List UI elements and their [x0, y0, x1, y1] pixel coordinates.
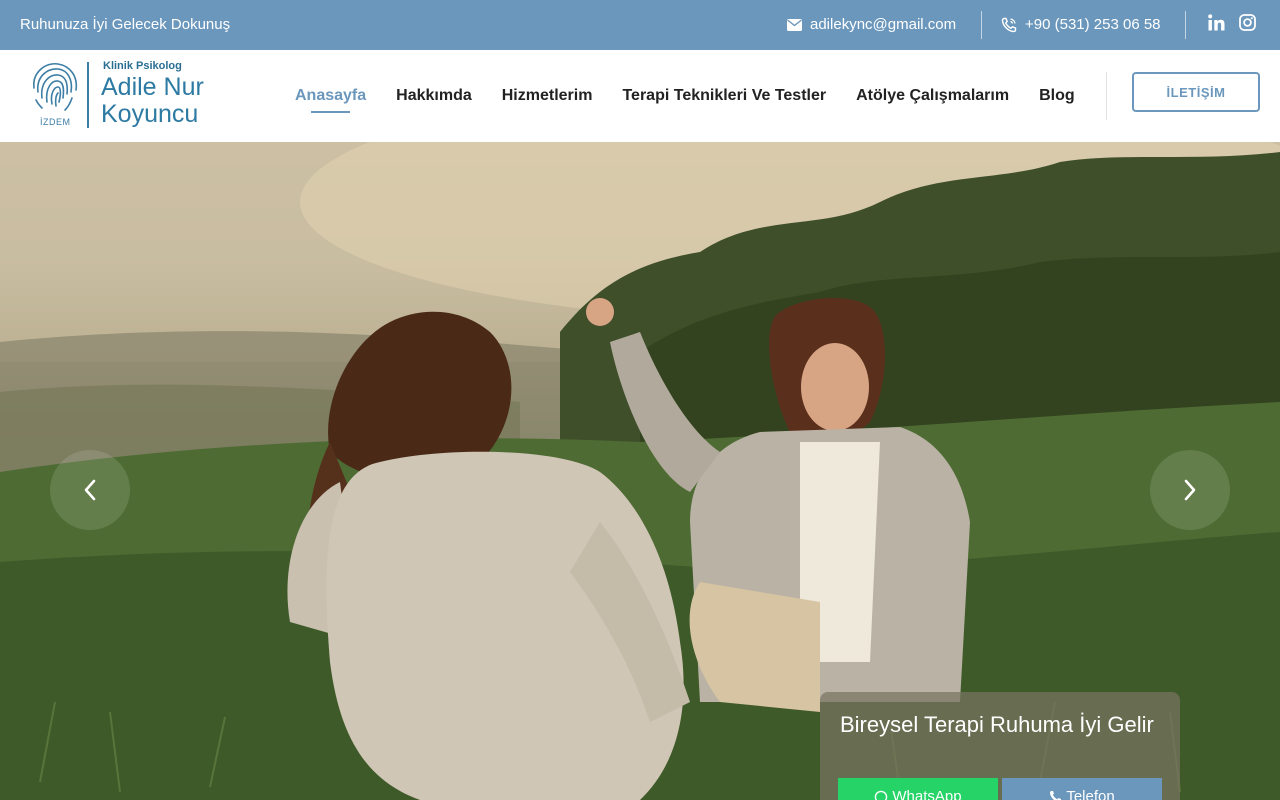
- phone-icon: [1001, 17, 1017, 33]
- nav-item-hizmetlerim[interactable]: Hizmetlerim: [502, 87, 593, 105]
- email-link[interactable]: adilekync@gmail.com: [787, 16, 956, 33]
- whatsapp-icon: [875, 790, 888, 800]
- nav-item-anasayfa[interactable]: Anasayfa: [295, 87, 366, 113]
- divider: [1185, 11, 1186, 39]
- logo-name-line2: Koyuncu: [101, 100, 199, 128]
- contact-button[interactable]: İLETİŞİM: [1132, 72, 1260, 112]
- slider-next-button[interactable]: [1150, 450, 1230, 530]
- chevron-left-icon: [84, 479, 96, 501]
- hero-slider: Bireysel Terapi Ruhuma İyi Gelir WhatsAp…: [0, 142, 1280, 800]
- main-nav: Anasayfa Hakkımda Hizmetlerim Terapi Tek…: [295, 87, 1075, 113]
- phone-link[interactable]: +90 (531) 253 06 58: [1001, 16, 1161, 33]
- logo[interactable]: İZDEM Klinik Psikolog Adile Nur Koyuncu: [28, 58, 218, 134]
- nav-item-hakkimda[interactable]: Hakkımda: [396, 87, 472, 105]
- whatsapp-button[interactable]: WhatsApp: [838, 778, 998, 800]
- chevron-right-icon: [1184, 479, 1196, 501]
- linkedin-icon[interactable]: [1208, 14, 1225, 31]
- tagline: Ruhunuza İyi Gelecek Dokunuş: [20, 16, 231, 33]
- logo-subtitle: Klinik Psikolog: [103, 60, 182, 72]
- email-text[interactable]: adilekync@gmail.com: [810, 16, 956, 33]
- slide-caption: Bireysel Terapi Ruhuma İyi Gelir WhatsAp…: [820, 692, 1180, 800]
- site-header: İZDEM Klinik Psikolog Adile Nur Koyuncu …: [0, 50, 1280, 142]
- phone-icon: [1050, 791, 1062, 800]
- logo-name-line1: Adile Nur: [101, 73, 204, 101]
- divider: [981, 11, 982, 39]
- logo-small-text: İZDEM: [40, 117, 71, 127]
- fingerprint-icon: [33, 63, 78, 111]
- nav-item-atolye[interactable]: Atölye Çalışmalarım: [856, 87, 1009, 105]
- phone-text[interactable]: +90 (531) 253 06 58: [1025, 16, 1161, 33]
- logo-divider: [87, 62, 89, 128]
- nav-divider: [1106, 72, 1107, 120]
- phone-call-button[interactable]: Telefon: [1002, 778, 1162, 800]
- nav-item-terapi-teknikleri[interactable]: Terapi Teknikleri Ve Testler: [622, 87, 826, 105]
- slide-title: Bireysel Terapi Ruhuma İyi Gelir: [840, 712, 1154, 737]
- envelope-icon: [787, 18, 802, 31]
- phone-call-label: Telefon: [1066, 788, 1115, 800]
- nav-item-blog[interactable]: Blog: [1039, 87, 1075, 105]
- whatsapp-label: WhatsApp: [892, 788, 962, 800]
- slider-prev-button[interactable]: [50, 450, 130, 530]
- top-bar: Ruhunuza İyi Gelecek Dokunuş adilekync@g…: [0, 0, 1280, 50]
- instagram-icon[interactable]: [1239, 14, 1256, 31]
- social-links: [1208, 14, 1256, 31]
